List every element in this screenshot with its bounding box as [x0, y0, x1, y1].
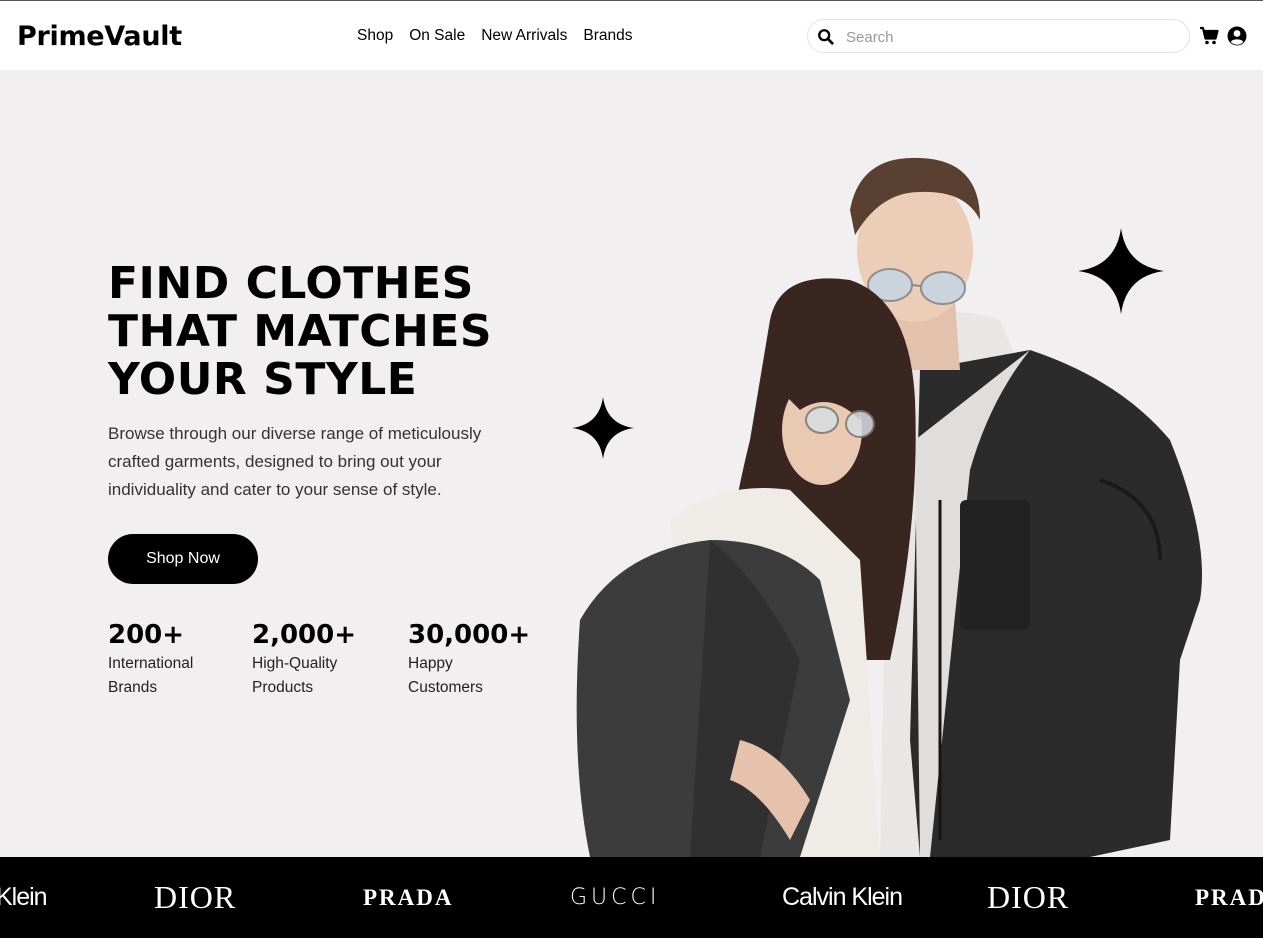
user-account-icon[interactable]: [1227, 26, 1247, 46]
brand-logo-dior: DIOR: [154, 879, 237, 915]
nav-link-new-arrivals[interactable]: New Arrivals: [481, 27, 567, 45]
brand-logo-strip: Klein DIOR PRADA GUCCI Calvin Klein DIOR…: [0, 857, 1263, 938]
stat-label: Happy Customers: [408, 655, 483, 696]
stat-value: 30,000+: [408, 620, 531, 650]
hero-heading-line-3: YOUR STYLE: [108, 354, 418, 405]
nav-link-brands[interactable]: Brands: [583, 27, 632, 45]
hero-heading-line-1: FIND CLOTHES: [108, 258, 474, 309]
site-logo[interactable]: PrimeVault: [17, 21, 182, 52]
sparkle-icon: [1078, 228, 1164, 314]
top-navigation-bar: PrimeVault Shop On Sale New Arrivals Bra…: [0, 0, 1263, 70]
hero-description: Browse through our diverse range of meti…: [108, 424, 482, 499]
stat-label: International Brands: [108, 655, 194, 696]
shop-now-button[interactable]: Shop Now: [108, 534, 258, 584]
search-input[interactable]: [846, 26, 1176, 48]
hero-heading-line-2: THAT MATCHES: [108, 306, 493, 357]
brand-logo-dior: DIOR: [987, 879, 1070, 915]
search-icon: [818, 29, 834, 45]
stat-value: 200+: [108, 620, 185, 650]
search-bar[interactable]: [807, 19, 1190, 53]
brand-logo-calvin-klein: Klein: [0, 883, 48, 911]
cart-icon[interactable]: [1199, 26, 1219, 46]
sparkle-icon: [572, 397, 634, 459]
stat-products: 2,000+ High-Quality Products: [252, 618, 362, 700]
stat-customers: 30,000+ Happy Customers: [408, 618, 530, 700]
brand-logo-gucci: GUCCI: [570, 885, 661, 910]
hero-heading: FIND CLOTHES THAT MATCHES YOUR STYLE: [108, 260, 578, 404]
stat-value: 2,000+: [252, 620, 357, 650]
stat-brands: 200+ International Brands: [108, 618, 218, 700]
stat-label: High-Quality Products: [252, 655, 338, 696]
main-nav: Shop On Sale New Arrivals Brands: [357, 27, 632, 45]
brand-logo-prada: PRADA: [363, 885, 454, 910]
brand-logo-calvin-klein: Calvin Klein: [782, 883, 903, 911]
brand-logo-prada: PRAD: [1195, 885, 1263, 910]
nav-link-shop[interactable]: Shop: [357, 27, 393, 45]
nav-link-on-sale[interactable]: On Sale: [409, 27, 465, 45]
